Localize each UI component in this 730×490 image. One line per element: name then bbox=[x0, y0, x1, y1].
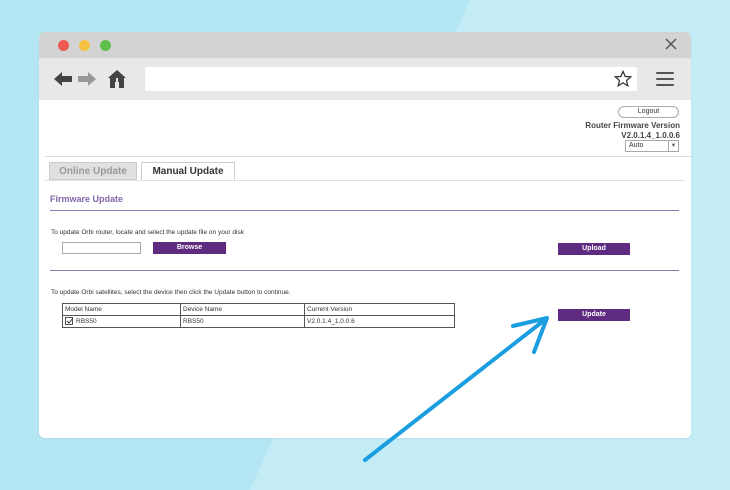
section-divider bbox=[50, 210, 679, 211]
auto-select[interactable]: Auto ▼ bbox=[625, 140, 679, 152]
close-window-dot[interactable] bbox=[58, 40, 69, 51]
home-icon[interactable] bbox=[107, 69, 127, 89]
section-title: Firmware Update bbox=[50, 194, 124, 204]
browser-toolbar bbox=[39, 58, 691, 100]
upload-button[interactable]: Upload bbox=[558, 243, 630, 255]
satellite-divider bbox=[50, 270, 679, 271]
maximize-window-dot[interactable] bbox=[100, 40, 111, 51]
model-cell: RBS50 bbox=[62, 315, 181, 328]
back-arrow-icon[interactable] bbox=[53, 69, 73, 89]
current-version: V2.0.1.4_1.0.0.6 bbox=[304, 315, 455, 328]
column-header: Model Name bbox=[62, 303, 181, 316]
firmware-version-label: Router Firmware Version bbox=[585, 121, 680, 130]
table-row[interactable]: RBS50 RBS50 V2.0.1.4_1.0.0.6 bbox=[62, 315, 455, 328]
hamburger-menu-icon[interactable] bbox=[656, 72, 674, 86]
column-header: Device Name bbox=[180, 303, 305, 316]
chevron-down-icon: ▼ bbox=[668, 141, 678, 151]
device-name: RBS50 bbox=[180, 315, 305, 328]
browse-button[interactable]: Browse bbox=[153, 242, 226, 254]
row-checkbox[interactable] bbox=[65, 317, 74, 326]
tab-manual-update[interactable]: Manual Update bbox=[141, 162, 235, 180]
minimize-window-dot[interactable] bbox=[79, 40, 90, 51]
model-name: RBS50 bbox=[76, 318, 97, 325]
satellite-table: Model Name Device Name Current Version R… bbox=[62, 303, 455, 328]
tabs-divider bbox=[45, 180, 685, 181]
firmware-version-info: Router Firmware Version V2.0.1.4_1.0.0.6 bbox=[585, 121, 680, 141]
url-bar[interactable] bbox=[145, 67, 637, 91]
file-path-input[interactable] bbox=[62, 242, 141, 254]
close-icon[interactable] bbox=[664, 37, 678, 51]
tab-online-update[interactable]: Online Update bbox=[49, 162, 137, 180]
router-page: Logout Router Firmware Version V2.0.1.4_… bbox=[39, 100, 691, 438]
router-instruction: To update Orbi router, locate and select… bbox=[51, 229, 244, 236]
auto-select-value: Auto bbox=[629, 142, 644, 149]
satellite-instruction: To update Orbi satellites, select the de… bbox=[51, 289, 291, 296]
update-button[interactable]: Update bbox=[558, 309, 630, 321]
title-bar bbox=[39, 32, 691, 58]
browser-window: Logout Router Firmware Version V2.0.1.4_… bbox=[39, 32, 691, 438]
star-icon[interactable] bbox=[614, 70, 632, 88]
column-header: Current Version bbox=[304, 303, 455, 316]
header-divider bbox=[45, 156, 691, 157]
forward-arrow-icon[interactable] bbox=[77, 69, 97, 89]
logout-button[interactable]: Logout bbox=[618, 106, 679, 118]
checkmark-icon bbox=[66, 317, 74, 325]
table-header-row: Model Name Device Name Current Version bbox=[62, 303, 455, 316]
